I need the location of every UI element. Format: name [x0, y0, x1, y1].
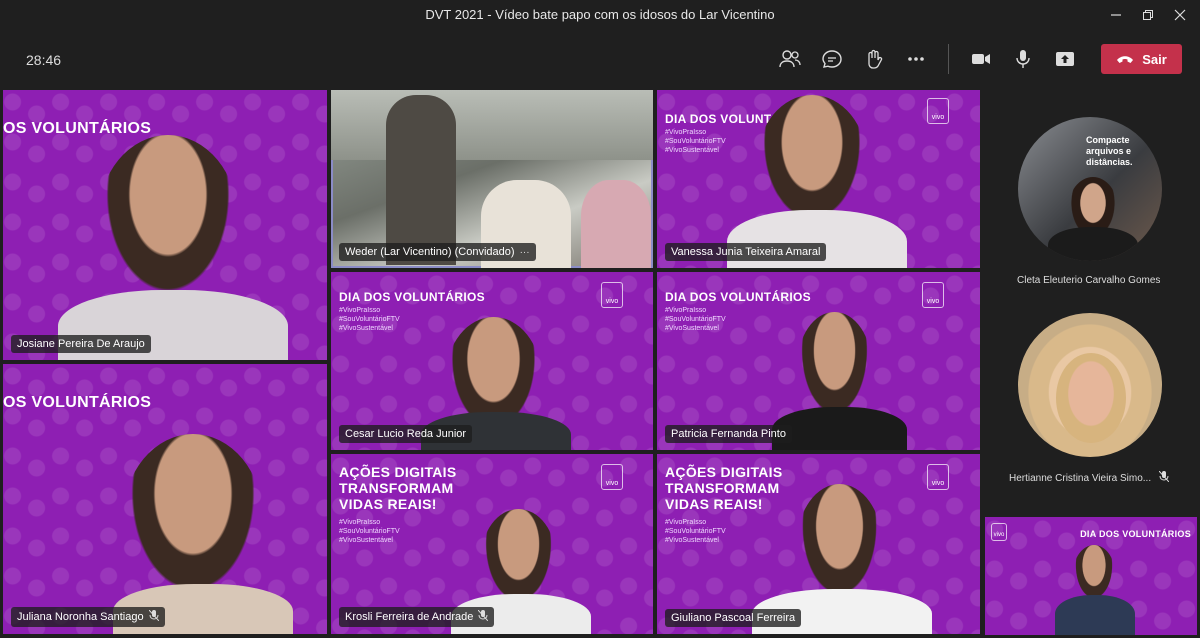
participant-name: Cesar Lucio Reda Junior	[345, 428, 467, 440]
participant-torso	[1048, 227, 1138, 261]
minimize-icon[interactable]	[1106, 5, 1126, 25]
meeting-timer: 28:46	[26, 52, 62, 68]
video-tile-giuliano[interactable]: AÇÕES DIGITAIS TRANSFORMAM VIDAS REAIS! #V…	[657, 454, 980, 634]
name-tag: Vanessa Junia Teixeira Amaral	[665, 243, 827, 261]
participant-name: Krosli Ferreira de Andrade	[345, 611, 474, 623]
name-tag: Krosli Ferreira de Andrade	[339, 607, 495, 627]
vivo-logo: vivo	[601, 464, 623, 490]
name-tag: Cesar Lucio Reda Junior	[339, 425, 473, 443]
name-tag: Weder (Lar Vicentino) (Convidado) ···	[339, 243, 536, 261]
video-tile-patricia[interactable]: DIA DOS VOLUNTÁRIOS #VivoPraIsso #SouVolu…	[657, 272, 980, 450]
share-icon[interactable]	[1050, 46, 1080, 72]
mic-off-icon	[1158, 470, 1170, 485]
phone-hangup-icon	[1116, 52, 1134, 67]
banner-title: OS VOLUNTÁRIOS	[3, 394, 152, 411]
banner-title: DIA DOS VOLUNTÁRIOS	[665, 290, 811, 304]
video-tile-cesar[interactable]: DIA DOS VOLUNTÁRIOS #VivoPraIsso #SouVolu…	[331, 272, 653, 450]
mic-off-icon	[148, 609, 159, 624]
video-tile-krosli[interactable]: AÇÕES DIGITAIS TRANSFORMAM VIDAS REAIS! #V…	[331, 454, 653, 634]
mic-off-icon	[478, 609, 489, 624]
toolbar-divider	[948, 44, 949, 74]
ceiling	[331, 90, 653, 160]
vivo-logo: vivo	[927, 464, 949, 490]
chat-icon[interactable]	[817, 46, 847, 72]
participant-name: Weder (Lar Vicentino) (Convidado)	[345, 246, 515, 258]
participant-name: Josiane Pereira De Araujo	[17, 338, 145, 350]
window-title: DVT 2021 - Vídeo bate papo com os idosos…	[425, 7, 775, 22]
hashtags: #VivoPraIsso #SouVoluntárioFTV #VivoSusten…	[339, 519, 400, 544]
participant-video	[123, 434, 263, 604]
hashtags: #VivoPraIsso #SouVoluntárioFTV #VivoSusten…	[665, 129, 726, 154]
vivo-logo: vivo	[991, 523, 1007, 541]
leave-button[interactable]: Sair	[1101, 44, 1182, 74]
participant-video	[98, 135, 238, 305]
participant-video	[797, 312, 872, 422]
banner-title: DIA DOS VOLUNTÁRIOS	[339, 290, 485, 304]
hashtags: #VivoPraIsso #SouVoluntárioFTV #VivoSusten…	[665, 519, 726, 544]
video-tile-weder[interactable]: Weder (Lar Vicentino) (Convidado) ···	[331, 90, 653, 268]
hashtags: #VivoPraIsso #SouVoluntárioFTV #VivoSusten…	[665, 307, 726, 332]
hashtags: #VivoPraIsso #SouVoluntárioFTV #VivoSusten…	[339, 307, 400, 332]
participant-video	[797, 484, 882, 604]
video-tile-juliana[interactable]: OS VOLUNTÁRIOS Juliana Noronha Santiago	[3, 364, 327, 634]
video-tile-josiane[interactable]: OS VOLUNTÁRIOS Josiane Pereira De Araujo	[3, 90, 327, 360]
participant-name: Patricia Fernanda Pinto	[671, 428, 786, 440]
participant-name: Hertianne Cristina Vieira Simo...	[1009, 472, 1152, 484]
banner-headline: AÇÕES DIGITAIS TRANSFORMAM VIDAS REAIS!	[665, 464, 783, 512]
participant-label: Hertianne Cristina Vieira Simo...	[1009, 470, 1170, 485]
name-tag: Juliana Noronha Santiago	[11, 607, 165, 627]
vivo-logo: vivo	[601, 282, 623, 308]
avatar-hertianne[interactable]	[1018, 313, 1162, 457]
participant-name: Giuliano Pascoal Ferreira	[671, 612, 796, 624]
vivo-logo: vivo	[922, 282, 944, 308]
name-tag: Giuliano Pascoal Ferreira	[665, 609, 802, 627]
seated-person	[581, 180, 651, 268]
name-tag: Josiane Pereira De Araujo	[11, 335, 151, 353]
video-tile-vanessa[interactable]: DIA DOS VOLUNTÁRIOS #VivoPraIsso #SouVolu…	[657, 90, 980, 268]
participant-face	[1056, 353, 1126, 443]
standing-person	[386, 95, 456, 265]
mic-icon[interactable]	[1008, 46, 1038, 72]
title-bar: DVT 2021 - Vídeo bate papo com os idosos…	[0, 0, 1200, 30]
more-icon[interactable]	[901, 46, 931, 72]
avatar-cleta[interactable]: Compacte arquivos e distâncias.	[1018, 117, 1162, 261]
participant-torso	[1055, 595, 1135, 635]
banner-title: DIA DOS VOLUNTÁRIOS	[1080, 529, 1191, 539]
leave-label: Sair	[1142, 51, 1167, 67]
banner-title: OS VOLUNTÁRIOS	[3, 120, 152, 137]
vivo-logo: vivo	[927, 98, 949, 124]
more-options-icon[interactable]: ···	[520, 247, 530, 258]
close-icon[interactable]	[1170, 5, 1190, 25]
banner-headline: AÇÕES DIGITAIS TRANSFORMAM VIDAS REAIS!	[339, 464, 457, 512]
people-icon[interactable]	[775, 46, 805, 72]
raise-hand-icon[interactable]	[859, 46, 889, 72]
self-view-tile[interactable]: DIA DOS VOLUNTÁRIOS vivo	[985, 517, 1197, 635]
participant-name: Cleta Eleuterio Carvalho Gomes	[1017, 275, 1161, 286]
participant-name: Vanessa Junia Teixeira Amaral	[671, 246, 821, 258]
name-tag: Patricia Fernanda Pinto	[665, 425, 792, 443]
maximize-icon[interactable]	[1138, 5, 1158, 25]
background-text: Compacte arquivos e distâncias.	[1086, 135, 1133, 167]
camera-icon[interactable]	[966, 46, 996, 72]
meeting-toolbar: 28:46 Sair	[0, 30, 1200, 88]
participant-name: Juliana Noronha Santiago	[17, 611, 144, 623]
participant-torso	[772, 407, 907, 450]
